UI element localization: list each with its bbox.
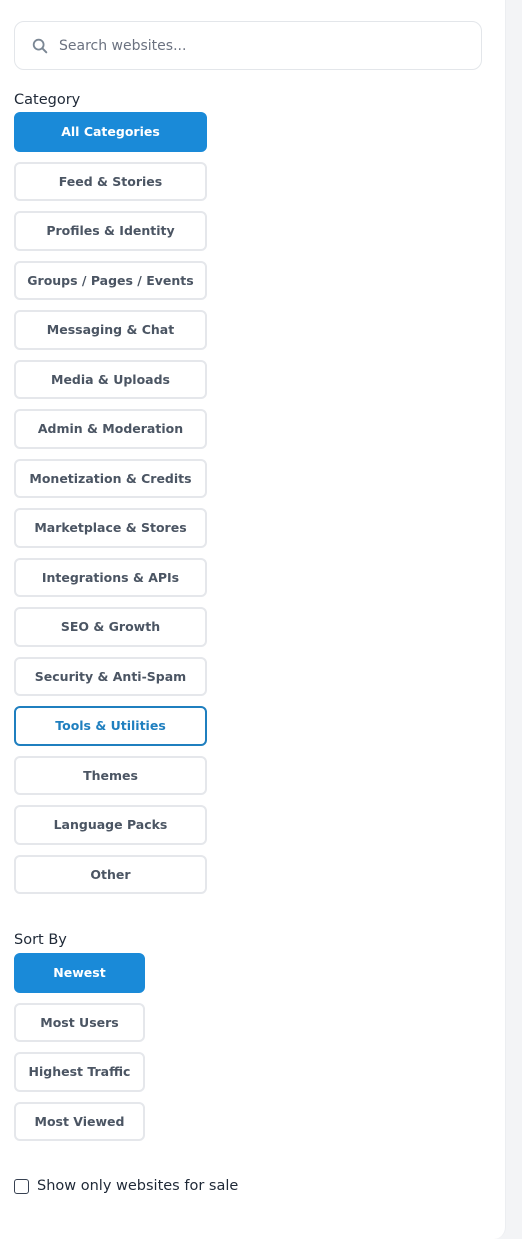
category-admin-moderation[interactable]: Admin & Moderation bbox=[14, 409, 207, 449]
sort-highest-traffic[interactable]: Highest Traffic bbox=[14, 1052, 145, 1092]
category-profiles-identity[interactable]: Profiles & Identity bbox=[14, 211, 207, 251]
for-sale-label: Show only websites for sale bbox=[37, 1178, 239, 1194]
search-icon bbox=[32, 38, 48, 53]
category-list: All Categories Feed & Stories Profiles &… bbox=[14, 112, 207, 894]
category-seo-growth[interactable]: SEO & Growth bbox=[14, 607, 207, 647]
category-language-packs[interactable]: Language Packs bbox=[14, 805, 207, 845]
category-tools-utilities[interactable]: Tools & Utilities bbox=[14, 706, 207, 746]
category-themes[interactable]: Themes bbox=[14, 755, 207, 795]
category-heading: Category bbox=[14, 92, 81, 108]
sort-newest[interactable]: Newest bbox=[14, 953, 145, 993]
sort-most-users[interactable]: Most Users bbox=[14, 1002, 145, 1042]
category-media-uploads[interactable]: Media & Uploads bbox=[14, 359, 207, 399]
category-all-categories[interactable]: All Categories bbox=[14, 112, 207, 152]
sort-most-viewed[interactable]: Most Viewed bbox=[14, 1101, 145, 1141]
category-feed-stories[interactable]: Feed & Stories bbox=[14, 161, 207, 201]
category-marketplace-stores[interactable]: Marketplace & Stores bbox=[14, 508, 207, 548]
for-sale-filter[interactable]: Show only websites for sale bbox=[14, 1178, 238, 1194]
category-security-anti-spam[interactable]: Security & Anti-Spam bbox=[14, 656, 207, 696]
sort-heading: Sort By bbox=[14, 932, 67, 948]
for-sale-checkbox[interactable] bbox=[14, 1178, 29, 1194]
category-monetization-credits[interactable]: Monetization & Credits bbox=[14, 458, 207, 498]
category-integrations-apis[interactable]: Integrations & APIs bbox=[14, 557, 207, 597]
category-groups-pages-events[interactable]: Groups / Pages / Events bbox=[14, 260, 207, 300]
category-other[interactable]: Other bbox=[14, 854, 207, 894]
filter-sidebar: Category All Categories Feed & Stories P… bbox=[0, 0, 506, 1239]
sort-list: Newest Most Users Highest Traffic Most V… bbox=[14, 953, 145, 1141]
category-messaging-chat[interactable]: Messaging & Chat bbox=[14, 310, 207, 350]
search-input[interactable] bbox=[59, 22, 481, 69]
search-box[interactable] bbox=[14, 21, 482, 70]
